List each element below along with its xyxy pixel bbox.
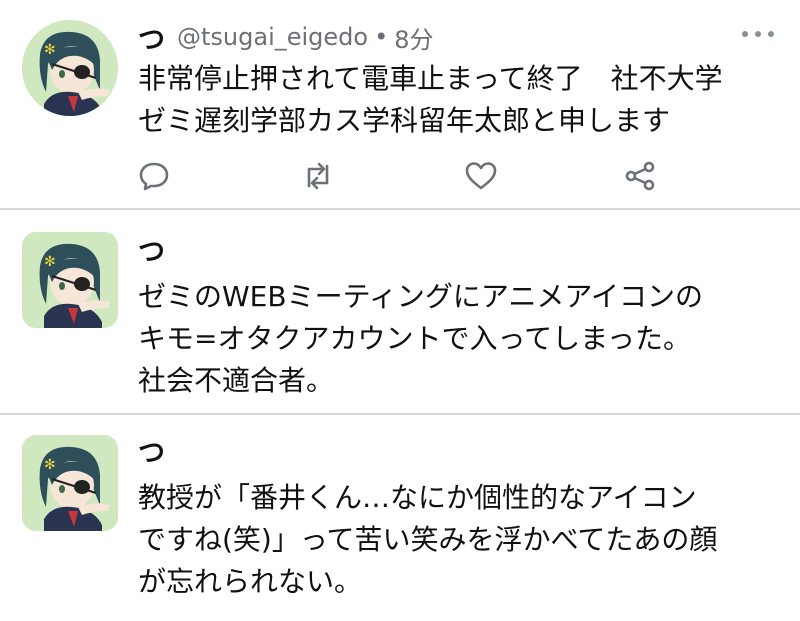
- svg-text:✻: ✻: [44, 457, 56, 473]
- tweet-2[interactable]: ✻ つ ゼミのWEBミーティングにアニメアイコンの キモ=オタクアカウントで入っ…: [0, 210, 800, 413]
- more-options-icon[interactable]: [742, 28, 774, 40]
- reply-icon[interactable]: [136, 158, 176, 198]
- retweet-icon[interactable]: [300, 158, 340, 198]
- avatar[interactable]: ✻: [22, 232, 118, 328]
- svg-text:✻: ✻: [44, 254, 56, 270]
- tweet-text: 非常停止押されて電車止まって終了 社不大学 ゼミ遅刻学部カス学科留年太郎と申しま…: [138, 62, 723, 137]
- tweet-3[interactable]: ✻ つ 教授が「番井くん…なにか個性的なアイコン ですね(笑)」って苦い笑みを浮…: [0, 415, 800, 621]
- avatar-image: ✻: [22, 20, 118, 116]
- avatar-image: ✻: [22, 232, 118, 328]
- display-name[interactable]: つ: [138, 230, 165, 269]
- tweet-thread: ✻ つ @tsugai_eigedo • 8分 非常停止押されて電車止まって終了…: [0, 0, 800, 621]
- display-name[interactable]: つ: [138, 18, 165, 57]
- user-handle[interactable]: @tsugai_eigedo: [177, 23, 368, 51]
- avatar-image: ✻: [22, 435, 118, 531]
- avatar[interactable]: ✻: [22, 20, 118, 116]
- tweet-text: 教授が「番井くん…なにか個性的なアイコン ですね(笑)」って苦い笑みを浮かべてた…: [138, 481, 718, 598]
- avatar[interactable]: ✻: [22, 435, 118, 531]
- share-icon[interactable]: [622, 158, 662, 198]
- svg-text:✻: ✻: [44, 42, 56, 58]
- tweet-header: つ @tsugai_eigedo • 8分: [138, 18, 434, 57]
- separator-dot: •: [374, 23, 389, 51]
- display-name[interactable]: つ: [138, 431, 165, 470]
- tweet-text: ゼミのWEBミーティングにアニメアイコンの キモ=オタクアカウントで入ってしまっ…: [138, 280, 703, 397]
- like-icon[interactable]: [463, 158, 503, 198]
- timestamp[interactable]: 8分: [394, 20, 433, 55]
- tweet-actions: [136, 158, 676, 198]
- tweet-1[interactable]: ✻ つ @tsugai_eigedo • 8分 非常停止押されて電車止まって終了…: [0, 0, 800, 208]
